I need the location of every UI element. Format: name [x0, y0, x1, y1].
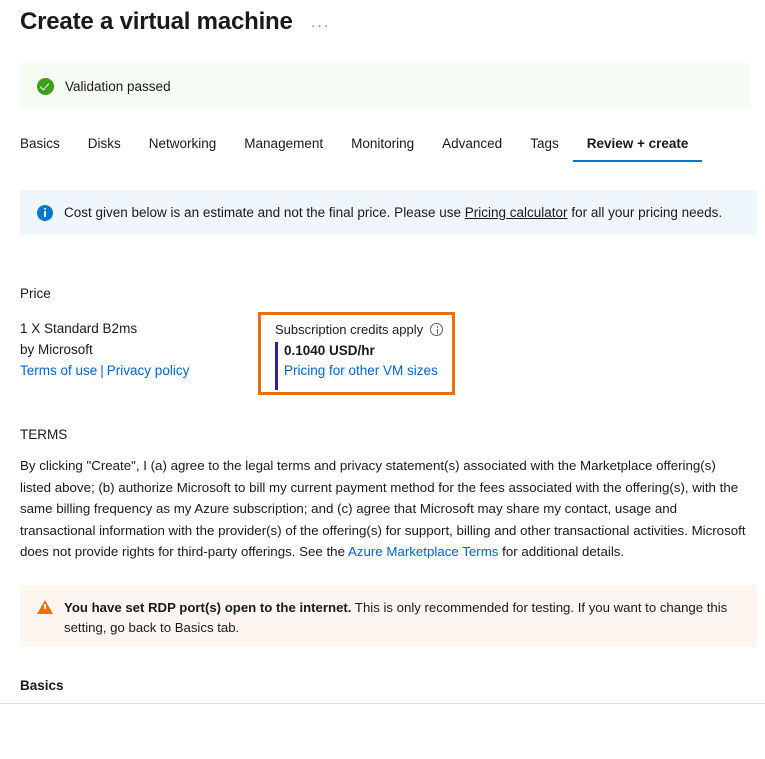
hourly-price-value: 0.1040 USD/hr [284, 343, 375, 358]
price-legal-links: Terms of use | Privacy policy [20, 360, 189, 381]
create-vm-page: Create a virtual machine ··· Validation … [0, 0, 765, 759]
page-header: Create a virtual machine ··· [20, 6, 334, 38]
subscription-credits-body: 0.1040 USD/hr Pricing for other VM sizes [275, 342, 452, 390]
page-title: Create a virtual machine [20, 8, 293, 35]
overflow-menu-icon[interactable]: ··· [307, 15, 335, 36]
tab-monitoring[interactable]: Monitoring [337, 136, 428, 162]
link-separator: | [100, 363, 104, 378]
warning-triangle-icon [37, 600, 53, 614]
validation-message: Validation passed [65, 78, 171, 94]
info-circle-icon[interactable] [430, 323, 444, 336]
price-publisher: by Microsoft [20, 342, 93, 357]
price-details: 1 X Standard B2ms by Microsoft Terms of … [20, 318, 189, 381]
warning-banner-text: You have set RDP port(s) open to the int… [64, 598, 741, 647]
terms-of-use-link[interactable]: Terms of use [20, 363, 97, 378]
subscription-credits-inner: Subscription credits apply 0.1040 USD/hr… [261, 315, 452, 392]
price-accent-bar [275, 342, 278, 390]
azure-marketplace-terms-link[interactable]: Azure Marketplace Terms [348, 544, 499, 559]
subscription-credits-title-row: Subscription credits apply [275, 322, 452, 337]
warning-strong-text: You have set RDP port(s) open to the int… [64, 600, 352, 615]
info-banner-text: Cost given below is an estimate and not … [64, 205, 722, 220]
tab-review-create[interactable]: Review + create [572, 136, 703, 162]
action-bar: Create < Previous Next > Download a temp… [0, 704, 765, 759]
validation-banner: Validation passed [20, 63, 750, 109]
tab-tags[interactable]: Tags [516, 136, 573, 162]
summary-section-basics: Basics [20, 678, 64, 693]
price-sku: 1 X Standard B2ms [20, 321, 138, 336]
wizard-tabs: Basics Disks Networking Management Monit… [20, 136, 703, 162]
tab-management[interactable]: Management [230, 136, 337, 162]
tab-advanced[interactable]: Advanced [428, 136, 516, 162]
subscription-credits-title: Subscription credits apply [275, 322, 424, 337]
subscription-credits-box: Subscription credits apply 0.1040 USD/hr… [258, 312, 455, 395]
info-text-after: for all your pricing needs. [571, 205, 723, 220]
cost-estimate-info-banner: Cost given below is an estimate and not … [20, 190, 757, 235]
info-icon [37, 204, 53, 221]
pricing-other-vm-sizes-link[interactable]: Pricing for other VM sizes [284, 363, 452, 378]
terms-text-part2: for additional details. [502, 544, 625, 559]
price-heading: Price [20, 286, 51, 301]
tab-basics[interactable]: Basics [20, 136, 74, 162]
rdp-warning-banner: You have set RDP port(s) open to the int… [20, 585, 757, 647]
pricing-calculator-link[interactable]: Pricing calculator [465, 205, 568, 220]
info-text-before: Cost given below is an estimate and not … [64, 205, 461, 220]
terms-body: By clicking "Create", I (a) agree to the… [20, 455, 746, 563]
tab-disks[interactable]: Disks [74, 136, 135, 162]
check-circle-icon [37, 77, 54, 95]
tab-networking[interactable]: Networking [135, 136, 231, 162]
privacy-policy-link[interactable]: Privacy policy [107, 363, 190, 378]
terms-heading: TERMS [20, 427, 68, 442]
